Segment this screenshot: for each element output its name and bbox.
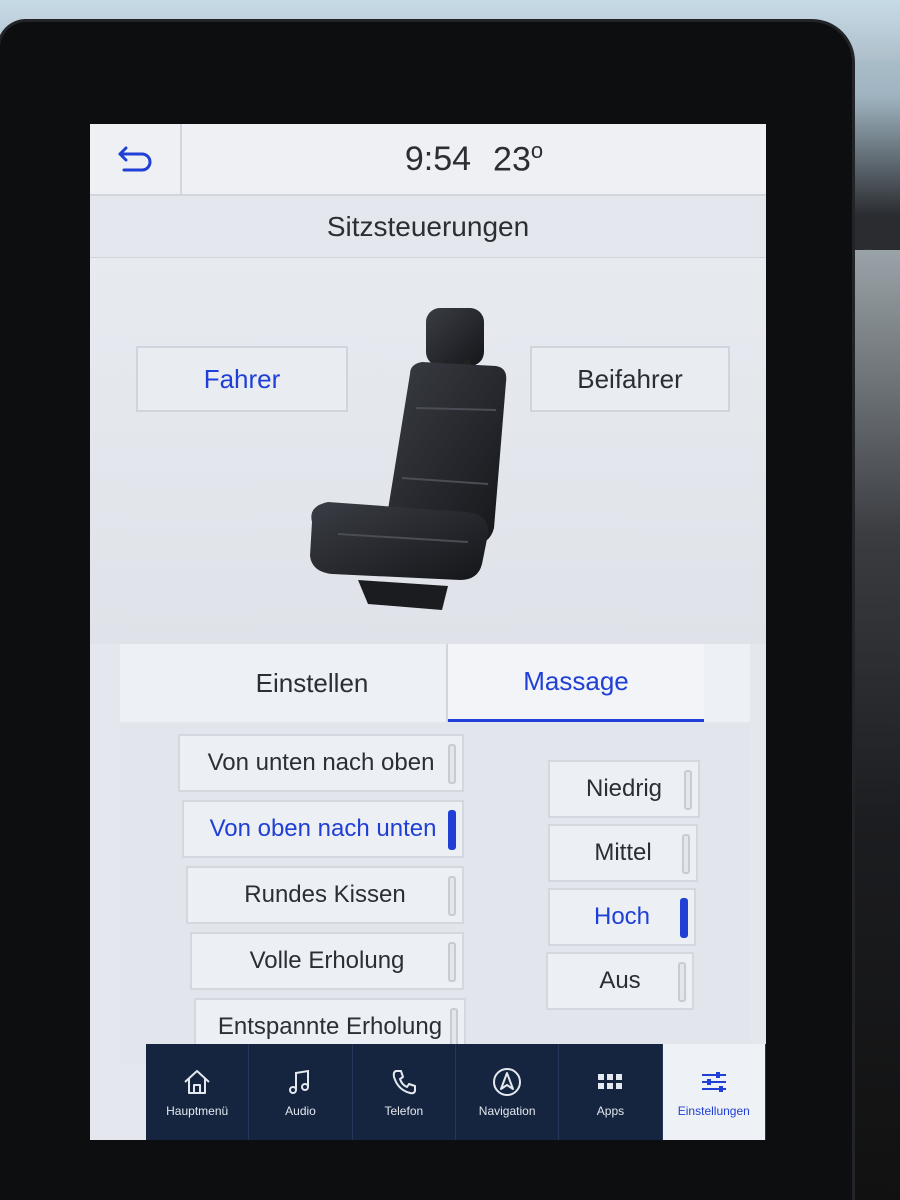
nav-label: Telefon (384, 1104, 424, 1118)
page-title: Sitzsteuerungen (90, 196, 766, 258)
massage-panel: Von unten nach oben Von oben nach unten … (120, 724, 750, 1064)
seat-control-tabs: Einstellen Massage (120, 644, 750, 722)
intensity-option[interactable]: Aus (546, 952, 694, 1010)
selection-indicator (684, 770, 692, 810)
nav-audio[interactable]: Audio (249, 1044, 353, 1140)
intensity-option[interactable]: Mittel (548, 824, 698, 882)
selection-indicator (680, 898, 688, 938)
nav-apps[interactable]: Apps (559, 1044, 663, 1140)
option-label: Von oben nach unten (209, 815, 437, 842)
nav-label: Apps (596, 1104, 625, 1118)
back-button[interactable] (90, 124, 182, 194)
outside-temperature: 23o (493, 138, 544, 179)
option-label: Rundes Kissen (244, 881, 406, 908)
option-label: Von unten nach oben (207, 749, 435, 776)
apps-grid-icon (598, 1074, 623, 1089)
massage-program-option[interactable]: Volle Erholung (190, 932, 464, 990)
temperature-unit: o (530, 138, 544, 164)
selection-indicator (450, 1008, 458, 1048)
option-label: Hoch (593, 903, 651, 930)
navigation-arrow-icon (493, 1068, 522, 1096)
clock: 9:54 (404, 139, 472, 178)
selection-indicator (448, 942, 456, 982)
nav-label: Navigation (478, 1104, 536, 1118)
bottom-navigation: Hauptmenü Audio Telefon Navigation Apps … (146, 1044, 766, 1140)
massage-program-option[interactable]: Rundes Kissen (186, 866, 464, 924)
seat-illustration (310, 308, 507, 610)
selection-indicator (448, 744, 456, 784)
tab-massage[interactable]: Massage (448, 644, 704, 722)
massage-program-option[interactable]: Von unten nach oben (178, 734, 464, 792)
selection-indicator (678, 962, 686, 1002)
selection-indicator (682, 834, 690, 874)
option-label: Entspannte Erholung (217, 1013, 443, 1040)
seat-selection-area: Fahrer Beifahrer (90, 258, 766, 644)
option-label: Mittel (594, 839, 652, 866)
nav-navigation[interactable]: Navigation (456, 1044, 560, 1140)
nav-label: Einstellungen (677, 1104, 750, 1118)
intensity-option[interactable]: Hoch (548, 888, 696, 946)
passenger-seat-button[interactable]: Beifahrer (530, 346, 730, 412)
massage-program-option[interactable]: Von oben nach unten (182, 800, 464, 858)
settings-sliders-icon (701, 1072, 726, 1092)
clock-temperature: 9:54 23o (182, 124, 766, 194)
nav-label: Audio (285, 1104, 316, 1118)
option-label: Aus (599, 967, 641, 994)
nav-telefon[interactable]: Telefon (353, 1044, 456, 1140)
nav-einstellungen[interactable]: Einstellungen (662, 1044, 766, 1140)
music-note-icon (289, 1069, 310, 1094)
option-label: Volle Erholung (249, 947, 405, 974)
nav-hauptmenu[interactable]: Hauptmenü (146, 1044, 250, 1140)
phone-icon (392, 1070, 416, 1095)
nav-label: Hauptmenü (166, 1104, 229, 1118)
option-label: Niedrig (585, 775, 663, 802)
selection-indicator (448, 810, 456, 850)
back-arrow-icon (118, 146, 152, 172)
tab-einstellen[interactable]: Einstellen (178, 644, 448, 722)
home-icon (184, 1070, 210, 1094)
selection-indicator (448, 876, 456, 916)
status-bar: 9:54 23o (90, 124, 766, 196)
intensity-option[interactable]: Niedrig (548, 760, 700, 818)
infotainment-screen: 9:54 23o Sitzsteuerungen Fahrer Beifahre… (90, 124, 766, 1140)
